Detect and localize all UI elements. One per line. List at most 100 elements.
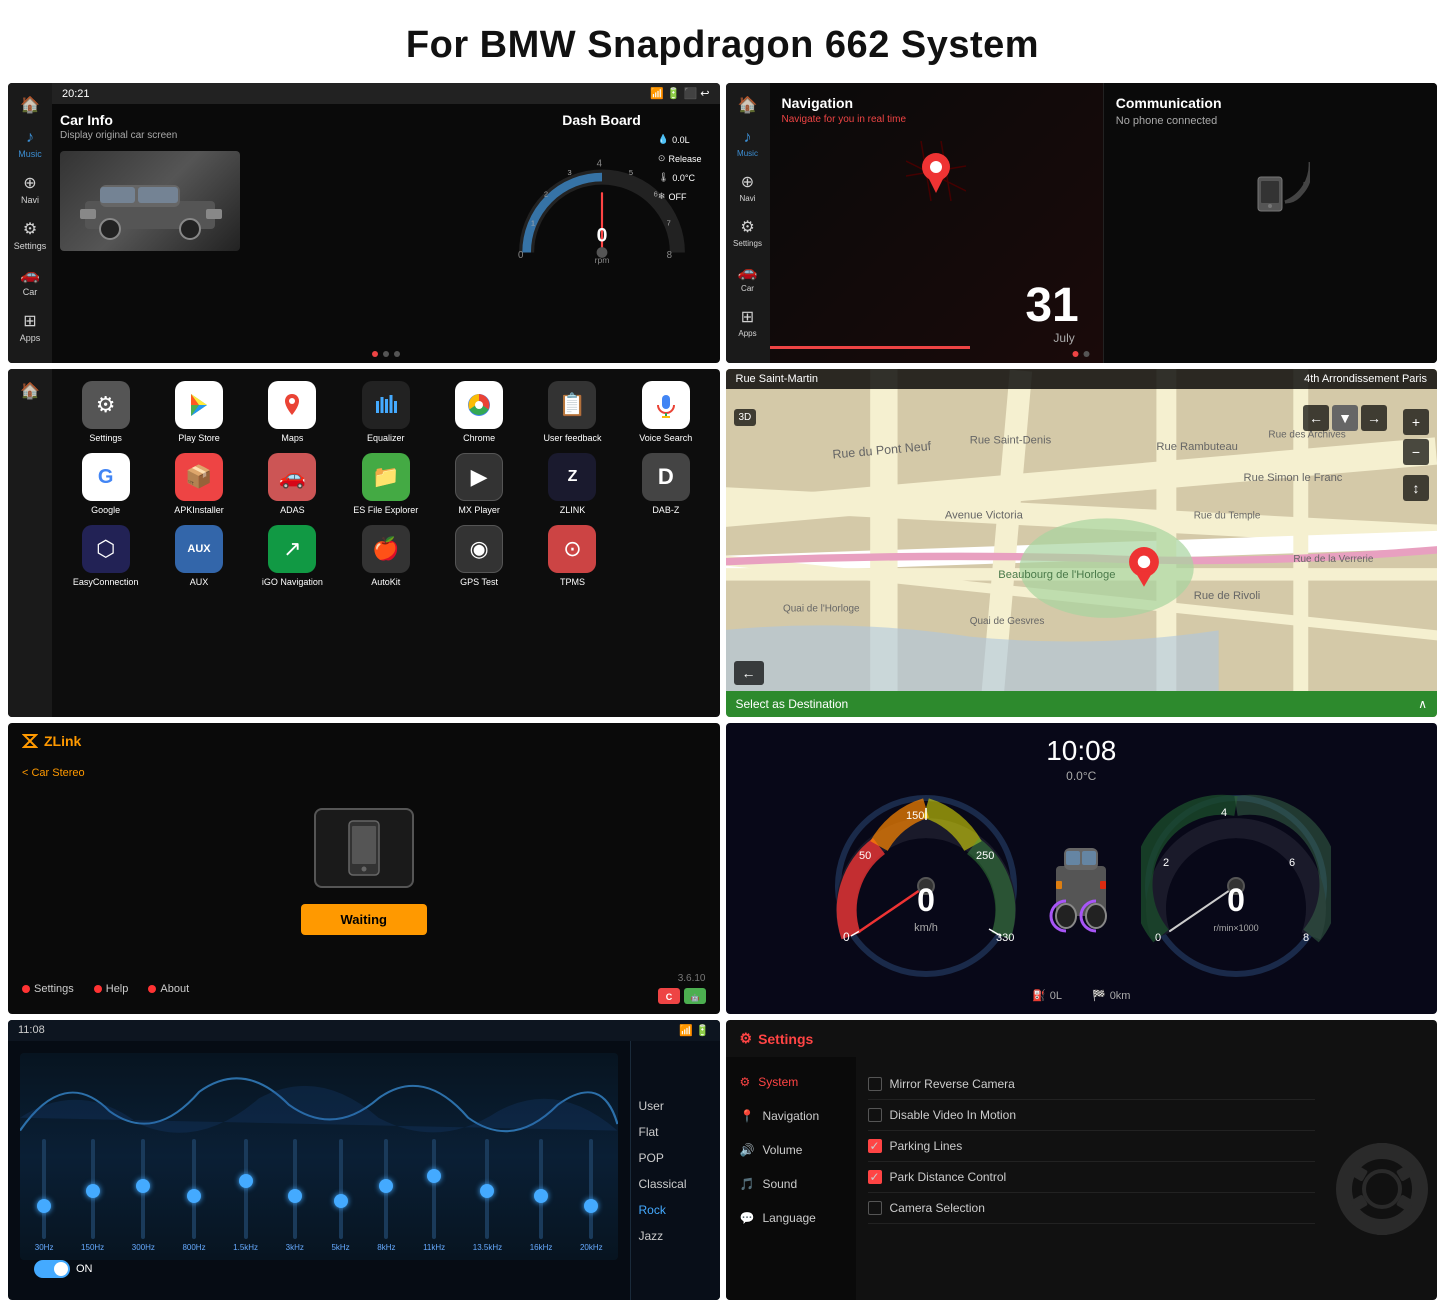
speedo-km-stat: 🏁 0km xyxy=(1092,989,1130,1002)
nav-sidebar-navi[interactable]: ⊕Navi xyxy=(730,168,766,207)
eq-thumb-1.5k xyxy=(239,1174,253,1188)
zlink-footer: Settings Help About 3.6.10 C xyxy=(8,963,720,1014)
app-google[interactable]: G Google xyxy=(64,453,147,515)
zlink-help-link[interactable]: Help xyxy=(94,983,129,995)
settings-checkbox-mirror[interactable] xyxy=(868,1077,882,1091)
svg-text:Beaubourg de l'Horloge: Beaubourg de l'Horloge xyxy=(998,569,1115,581)
svg-text:8: 8 xyxy=(666,250,671,261)
map-3d-label[interactable]: 3D xyxy=(734,409,757,426)
sidebar-icon-navi[interactable]: ⊕Navi xyxy=(12,169,48,209)
svg-text:🤖: 🤖 xyxy=(690,993,699,1002)
app-autokit[interactable]: 🍎 AutoKit xyxy=(344,525,427,587)
sidebar-icon-car[interactable]: 🚗Car xyxy=(12,261,48,301)
app-chrome[interactable]: Chrome xyxy=(437,381,520,443)
settings-menu-sound[interactable]: 🎵 Sound xyxy=(726,1167,856,1201)
eq-slider-16k[interactable]: 16kHz xyxy=(530,1139,553,1252)
settings-checkbox-park-distance[interactable]: ✓ xyxy=(868,1170,882,1184)
eq-slider-20k[interactable]: 20kHz xyxy=(580,1139,603,1252)
app-equalizer[interactable]: Equalizer xyxy=(344,381,427,443)
map-rotate[interactable]: ↕ xyxy=(1403,475,1429,501)
eq-slider-300hz[interactable]: 300Hz xyxy=(132,1139,155,1252)
app-aux[interactable]: AUX AUX xyxy=(157,525,240,587)
eq-slider-8k[interactable]: 8kHz xyxy=(377,1139,395,1252)
map-expand-icon[interactable]: ∧ xyxy=(1418,697,1427,711)
eq-sliders: 30Hz 150Hz 300Hz xyxy=(24,1139,614,1252)
app-settings[interactable]: ⚙ Settings xyxy=(64,381,147,443)
apps-sidebar-home[interactable]: 🏠 xyxy=(12,377,48,405)
settings-menu-navigation[interactable]: 📍 Navigation xyxy=(726,1099,856,1133)
settings-lang-icon: 💬 xyxy=(740,1211,755,1225)
eq-slider-3k[interactable]: 3kHz xyxy=(286,1139,304,1252)
zlink-carplay-icon: C xyxy=(658,988,680,1004)
app-userfeedback[interactable]: 📋 User feedback xyxy=(531,381,614,443)
app-playstore[interactable]: Play Store xyxy=(157,381,240,443)
eq-track-20k xyxy=(589,1139,593,1239)
nav-sidebar-settings[interactable]: ⚙Settings xyxy=(730,213,766,252)
app-tpms[interactable]: ⊙ TPMS xyxy=(531,525,614,587)
sidebar-icon-settings[interactable]: ⚙Settings xyxy=(12,215,48,255)
app-apkinstaller[interactable]: 📦 APKInstaller xyxy=(157,453,240,515)
zlink-help-dot xyxy=(94,985,102,993)
eq-preset-rock[interactable]: Rock xyxy=(639,1203,712,1217)
map-btn-left[interactable]: ← xyxy=(1303,405,1329,431)
settings-checkbox-camera[interactable] xyxy=(868,1201,882,1215)
app-voicesearch[interactable]: Voice Search xyxy=(624,381,707,443)
app-zlink[interactable]: Z ZLINK xyxy=(531,453,614,515)
eq-preset-flat[interactable]: Flat xyxy=(639,1125,712,1139)
zlink-about-link[interactable]: About xyxy=(148,983,189,995)
app-easyconn[interactable]: ⬡ EasyConnection xyxy=(64,525,147,587)
map-zoom-in[interactable]: + xyxy=(1403,409,1429,435)
sidebar-icon-music[interactable]: ♪Music xyxy=(12,125,48,163)
fuel-value: 0L xyxy=(1050,990,1062,1002)
eq-slider-1.5k[interactable]: 1.5kHz xyxy=(233,1139,258,1252)
svg-text:330: 330 xyxy=(996,932,1014,944)
app-igo[interactable]: ↗ iGO Navigation xyxy=(251,525,334,587)
nav-sidebar-music[interactable]: ♪Music xyxy=(730,125,766,162)
zlink-back-button[interactable]: < Car Stereo xyxy=(8,767,720,779)
eq-slider-11k[interactable]: 11kHz xyxy=(423,1139,445,1252)
map-zoom-out[interactable]: − xyxy=(1403,439,1429,465)
eq-slider-5k[interactable]: 5kHz xyxy=(331,1139,349,1252)
svg-text:1: 1 xyxy=(530,219,534,228)
settings-checkbox-disable-video[interactable] xyxy=(868,1108,882,1122)
sidebar-icon-home[interactable]: 🏠 xyxy=(12,91,48,119)
settings-title: Settings xyxy=(758,1031,813,1047)
app-label-esfile: ES File Explorer xyxy=(353,505,418,515)
settings-checkbox-parking-lines[interactable]: ✓ xyxy=(868,1139,882,1153)
app-gpstest[interactable]: ◉ GPS Test xyxy=(437,525,520,587)
nav-sidebar-car[interactable]: 🚗Car xyxy=(730,258,766,297)
settings-option-mirror-label: Mirror Reverse Camera xyxy=(890,1077,1015,1091)
zlink-settings-link[interactable]: Settings xyxy=(22,983,74,995)
app-esfile[interactable]: 📁 ES File Explorer xyxy=(344,453,427,515)
app-adas[interactable]: 🚗 ADAS xyxy=(251,453,334,515)
eq-preset-pop[interactable]: POP xyxy=(639,1151,712,1165)
settings-menu-language[interactable]: 💬 Language xyxy=(726,1201,856,1235)
settings-menu-volume[interactable]: 🔊 Volume xyxy=(726,1133,856,1167)
eq-slider-13.5k[interactable]: 13.5kHz xyxy=(473,1139,502,1252)
eq-slider-800hz[interactable]: 800Hz xyxy=(182,1139,205,1252)
nav-sidebar-home[interactable]: 🏠 xyxy=(730,91,766,119)
nav-sidebar-apps[interactable]: ⊞Apps xyxy=(730,303,766,342)
map-btn-right[interactable]: → xyxy=(1361,405,1387,431)
eq-track-1.5k xyxy=(244,1139,248,1239)
app-label-chrome: Chrome xyxy=(463,433,495,443)
zlink-logo-icon xyxy=(22,733,38,749)
app-dabz[interactable]: D DAB-Z xyxy=(624,453,707,515)
zlink-waiting-button[interactable]: Waiting xyxy=(301,904,427,935)
settings-menu-system[interactable]: ⚙ System xyxy=(726,1065,856,1099)
eq-preset-classical[interactable]: Classical xyxy=(639,1177,712,1191)
svg-text:2: 2 xyxy=(1163,857,1169,869)
eq-slider-30hz[interactable]: 30Hz xyxy=(35,1139,54,1252)
eq-top-bar: 11:08 📶 🔋 xyxy=(8,1020,720,1041)
svg-text:0: 0 xyxy=(843,930,850,944)
eq-slider-150hz[interactable]: 150Hz xyxy=(81,1139,104,1252)
map-btn-down[interactable]: ▼ xyxy=(1332,405,1358,431)
app-maps[interactable]: Maps xyxy=(251,381,334,443)
map-back-btn[interactable]: ← xyxy=(734,661,764,685)
app-mxplayer[interactable]: ▶ MX Player xyxy=(437,453,520,515)
eq-preset-user[interactable]: User xyxy=(639,1099,712,1113)
eq-preset-jazz[interactable]: Jazz xyxy=(639,1229,712,1243)
sidebar-icon-apps[interactable]: ⊞Apps xyxy=(12,307,48,347)
eq-label-1.5k: 1.5kHz xyxy=(233,1243,258,1252)
eq-toggle-pill[interactable] xyxy=(34,1260,70,1278)
